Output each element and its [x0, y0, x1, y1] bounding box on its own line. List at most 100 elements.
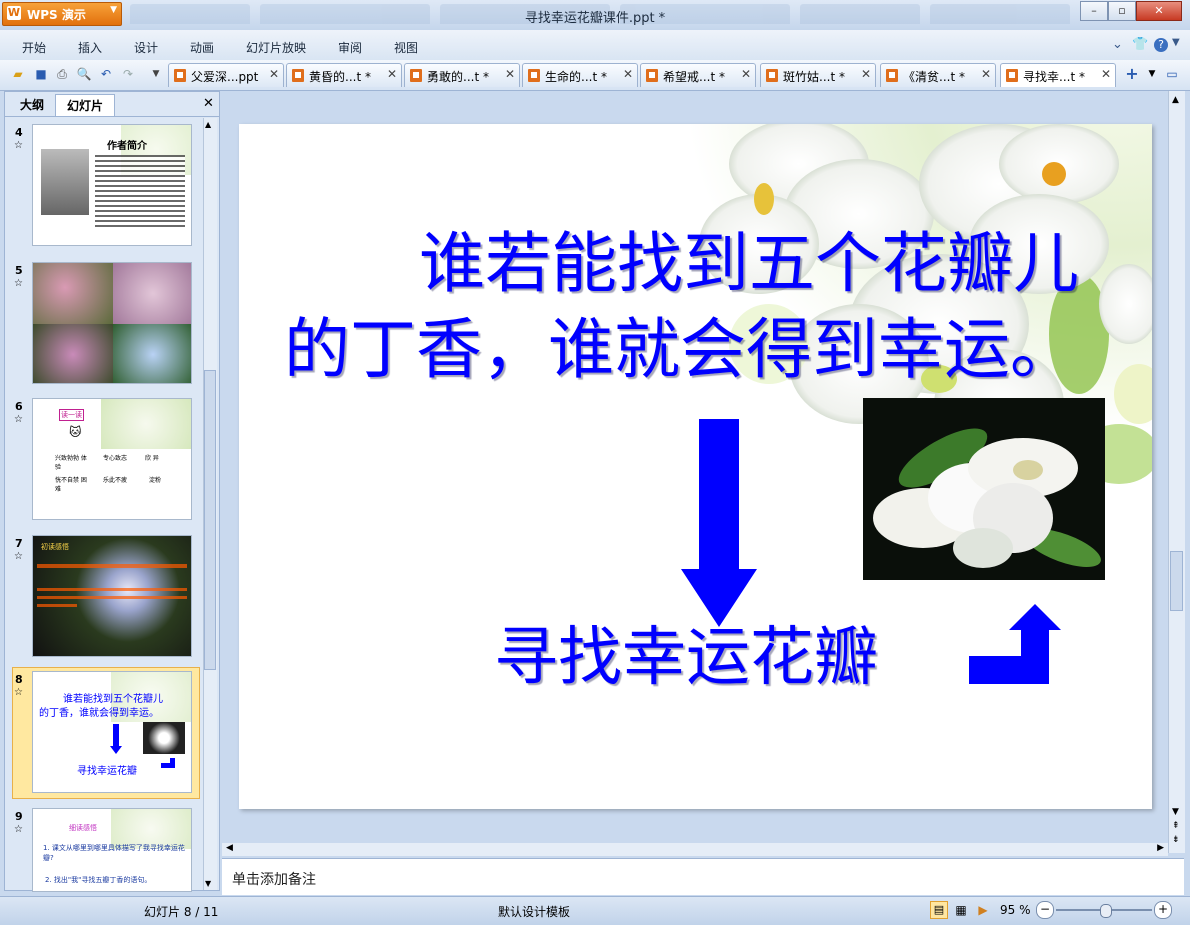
window-layout-icon[interactable]: ▭: [1164, 66, 1180, 82]
tab-slides[interactable]: 幻灯片: [55, 94, 115, 117]
customize-icon[interactable]: ▼: [148, 66, 164, 82]
menu-view[interactable]: 视图: [394, 39, 418, 56]
thumbnail-scrollbar[interactable]: ▲ ▼: [203, 118, 217, 890]
print-preview-icon[interactable]: 🔍: [76, 66, 92, 82]
menu-slideshow[interactable]: 幻灯片放映: [246, 39, 306, 56]
tab-list-icon[interactable]: ▼: [1144, 66, 1160, 82]
doc-tab-active[interactable]: 寻找幸...t * ✕: [1000, 63, 1116, 87]
doc-tab-label: 斑竹姑...t *: [783, 70, 845, 84]
help-dropdown-icon[interactable]: ▼: [1172, 37, 1180, 48]
animation-star-icon: ☆: [14, 278, 23, 289]
slide-sorter-icon[interactable]: ▦: [952, 901, 970, 919]
close-tab-icon[interactable]: ✕: [387, 67, 397, 81]
main-horizontal-scrollbar[interactable]: ◀ ▶: [222, 843, 1168, 856]
undo-icon[interactable]: ↶: [98, 66, 114, 82]
doc-tab[interactable]: 斑竹姑...t * ✕: [760, 63, 876, 87]
slide-text-line2[interactable]: 的丁香，谁就会得到幸运。: [284, 310, 1076, 390]
slide-counter: 幻灯片 8 / 11: [144, 905, 219, 919]
next-slide-icon: ⇟: [1172, 835, 1180, 845]
slide-text-line1[interactable]: 谁若能找到五个花瓣儿: [419, 224, 1079, 304]
minimize-button[interactable]: –: [1080, 1, 1108, 21]
animation-star-icon: ☆: [14, 140, 23, 151]
ppt-file-icon: [646, 69, 658, 82]
down-arrow-shape[interactable]: [679, 419, 759, 629]
zoom-slider-thumb[interactable]: [1099, 904, 1112, 918]
print-icon[interactable]: ⎙: [54, 66, 70, 82]
status-bar: 幻灯片 8 / 11 默认设计模板 ▤ ▦ ▶ 95 % − +: [0, 896, 1190, 925]
collapse-ribbon-icon[interactable]: ⌄: [1112, 37, 1123, 52]
slide-number: 4: [15, 126, 23, 139]
close-tab-icon[interactable]: ✕: [981, 67, 991, 81]
close-tab-icon[interactable]: ✕: [505, 67, 515, 81]
help-icon[interactable]: ?: [1154, 38, 1168, 52]
current-slide[interactable]: 谁若能找到五个花瓣儿 的丁香，谁就会得到幸运。 寻找幸运花瓣: [239, 124, 1152, 809]
doc-tab[interactable]: 父爱深...ppt ✕: [168, 63, 284, 87]
close-tab-icon[interactable]: ✕: [741, 67, 751, 81]
menu-animation[interactable]: 动画: [190, 39, 214, 56]
close-panel-icon[interactable]: ✕: [203, 96, 214, 111]
zoom-slider[interactable]: [1056, 904, 1152, 918]
resize-grip-icon[interactable]: [1176, 907, 1186, 917]
menu-design[interactable]: 设计: [134, 39, 158, 56]
slide-thumbnail[interactable]: 作者简介: [32, 124, 192, 246]
slide-number: 9: [15, 810, 23, 823]
slide-number: 6: [15, 400, 23, 413]
app-menu-button[interactable]: W WPS 演示 ▼: [2, 2, 122, 26]
thumb-text: 寻找幸运花瓣: [77, 766, 137, 777]
slide-thumbnail[interactable]: [32, 262, 192, 384]
animation-star-icon: ☆: [14, 824, 23, 835]
panel-divider: [5, 116, 219, 117]
skin-icon[interactable]: 👕: [1132, 37, 1148, 52]
doc-tab[interactable]: 《清贫...t * ✕: [880, 63, 996, 87]
thumb-text: 2. 找出"我"寻找五瓣丁香的语句。: [45, 876, 152, 884]
menu-insert[interactable]: 插入: [78, 39, 102, 56]
doc-tab[interactable]: 黄昏的...t * ✕: [286, 63, 402, 87]
lilac-photo: [33, 324, 113, 383]
menu-review[interactable]: 审阅: [338, 39, 362, 56]
close-button[interactable]: ✕: [1136, 1, 1182, 21]
notes-placeholder[interactable]: 单击添加备注: [232, 869, 316, 889]
ribbon-menu: 开始 插入 设计 动画 幻灯片放映 审阅 视图 ⌄ 👕 ? ▼: [0, 30, 1190, 60]
lilac-photo: [113, 324, 191, 383]
doc-tab[interactable]: 希望戒...t * ✕: [640, 63, 756, 87]
animation-star-icon: ☆: [14, 551, 23, 562]
white-flower-photo[interactable]: [863, 398, 1105, 580]
doc-tab[interactable]: 生命的...t * ✕: [522, 63, 638, 87]
close-tab-icon[interactable]: ✕: [623, 67, 633, 81]
zoom-in-icon[interactable]: +: [1154, 901, 1172, 919]
lilac-photo: [33, 263, 113, 324]
maximize-button[interactable]: ▫: [1108, 1, 1136, 21]
zoom-level: 95 %: [1000, 903, 1031, 917]
slide-thumbnail[interactable]: 细读感悟 1. 课文从哪里到哪里具体描写了我寻找幸运花瓣? 2. 找出"我"寻找…: [32, 808, 192, 892]
scroll-up-icon: ▲: [205, 120, 212, 129]
slide-number: 8: [15, 673, 23, 686]
slide-caption[interactable]: 寻找幸运花瓣: [494, 618, 878, 698]
flower-photo: [143, 722, 185, 754]
animation-star-icon: ☆: [14, 687, 23, 698]
redo-icon[interactable]: ↷: [120, 66, 136, 82]
close-tab-icon[interactable]: ✕: [861, 67, 871, 81]
menu-home[interactable]: 开始: [22, 39, 46, 56]
open-icon[interactable]: ▰: [10, 66, 26, 82]
close-tab-icon[interactable]: ✕: [269, 67, 279, 81]
bent-up-arrow-shape[interactable]: [969, 604, 1061, 686]
thumb-text: 欣 异: [145, 455, 159, 462]
normal-view-icon[interactable]: ▤: [930, 901, 948, 919]
new-tab-icon[interactable]: +: [1124, 66, 1140, 82]
doc-tab[interactable]: 勇敢的...t * ✕: [404, 63, 520, 87]
save-icon[interactable]: ■: [33, 66, 49, 82]
notes-pane[interactable]: 单击添加备注: [222, 858, 1184, 895]
ppt-file-icon: [292, 69, 304, 82]
slide-thumbnail[interactable]: 初读感悟: [32, 535, 192, 657]
slide-thumbnail-selected[interactable]: 谁若能找到五个花瓣儿 的丁香，谁就会得到幸运。 寻找幸运花瓣: [32, 671, 192, 793]
thumb-body-text: [95, 155, 185, 227]
slideshow-icon[interactable]: ▶: [974, 901, 992, 919]
zoom-out-icon[interactable]: −: [1036, 901, 1054, 919]
animation-star-icon: ☆: [14, 414, 23, 425]
scroll-up-icon: ▲: [1172, 95, 1179, 105]
slide-thumbnail[interactable]: 读一读 🐱 兴致勃勃 体验 专心致志 欣 异 恍不自禁 困难 乐此不疲 淀粉: [32, 398, 192, 520]
main-vertical-scrollbar[interactable]: ▲ ▼ ⇞ ⇟: [1168, 91, 1185, 853]
tab-outline[interactable]: 大纲: [11, 94, 53, 116]
close-tab-icon[interactable]: ✕: [1101, 67, 1111, 81]
scroll-thumb: [1170, 551, 1183, 611]
